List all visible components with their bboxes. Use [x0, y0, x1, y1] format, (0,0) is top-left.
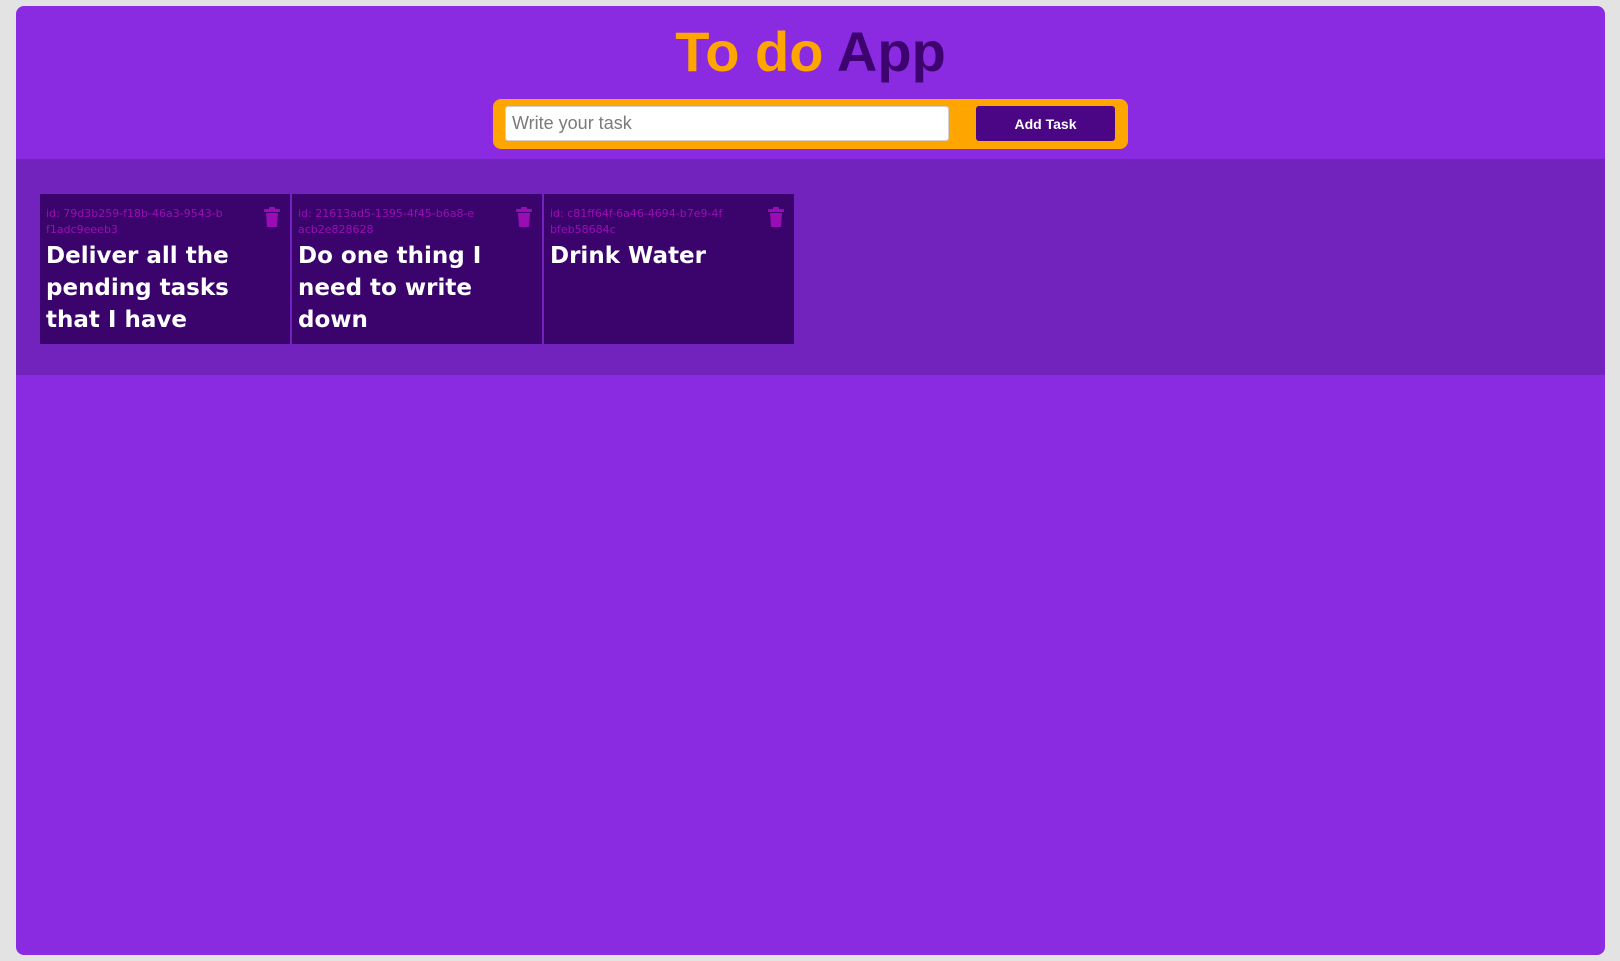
- task-card: id: c81ff64f-6a46-4694-b7e9-4fbfeb58684c…: [544, 194, 794, 344]
- task-card: id: 79d3b259-f18b-46a3-9543-bf1adc9eeeb3…: [40, 194, 290, 344]
- task-input[interactable]: [505, 106, 949, 141]
- task-form: Add Task: [493, 99, 1128, 149]
- trash-icon[interactable]: [515, 207, 533, 227]
- task-card: id: 21613ad5-1395-4f45-b6a8-eacb2e828628…: [292, 194, 542, 344]
- task-id: id: c81ff64f-6a46-4694-b7e9-4fbfeb58684c: [550, 207, 723, 236]
- add-task-button[interactable]: Add Task: [976, 106, 1115, 141]
- header: To do App Add Task: [16, 6, 1605, 159]
- task-list: id: 79d3b259-f18b-46a3-9543-bf1adc9eeeb3…: [16, 159, 1605, 375]
- title-part-todo: To do: [675, 20, 824, 83]
- task-text: Do one thing I need to write down: [298, 243, 482, 333]
- trash-icon[interactable]: [263, 207, 281, 227]
- task-text: Deliver all the pending tasks that I hav…: [46, 243, 229, 333]
- task-id: id: 79d3b259-f18b-46a3-9543-bf1adc9eeeb3: [46, 207, 223, 236]
- title-part-app: App: [836, 20, 946, 83]
- trash-icon[interactable]: [767, 207, 785, 227]
- app-title: To do App: [16, 18, 1605, 86]
- task-text: Drink Water: [550, 243, 707, 269]
- app-container: To do App Add Task id: 79d3b259-f18b-46a…: [16, 6, 1605, 955]
- task-id: id: 21613ad5-1395-4f45-b6a8-eacb2e828628: [298, 207, 475, 236]
